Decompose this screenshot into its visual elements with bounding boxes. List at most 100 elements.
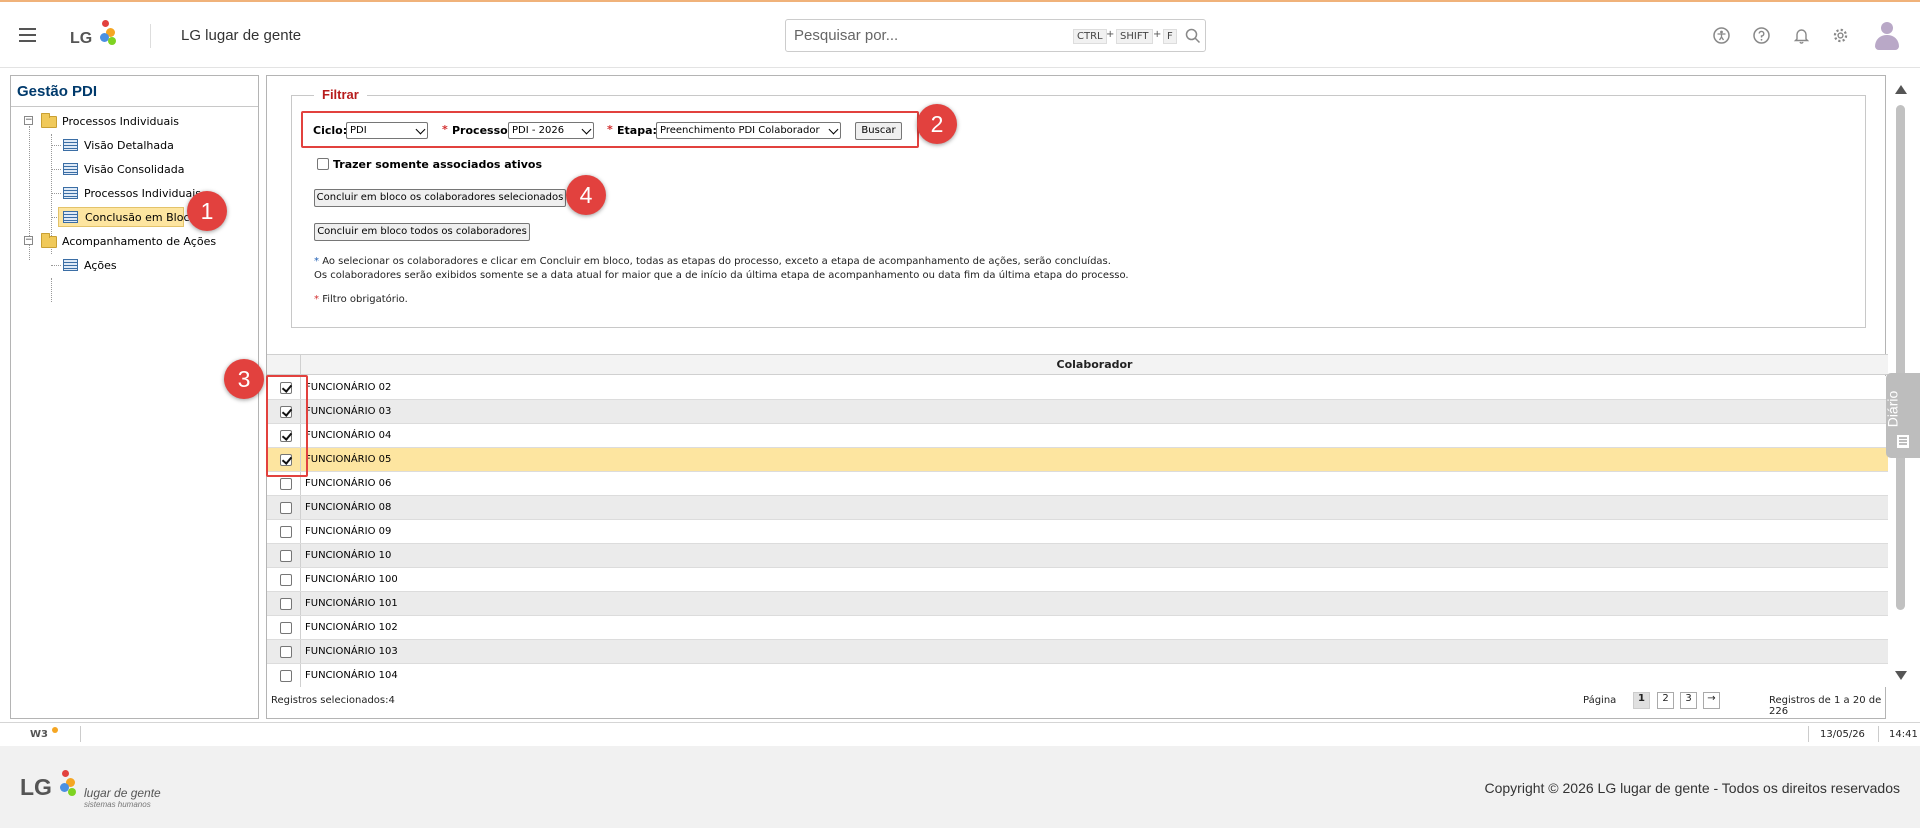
table-row[interactable]: FUNCIONÁRIO 06 (267, 472, 1888, 496)
menu-icon[interactable] (19, 28, 36, 42)
page-footer: LG lugar de gente sistemas humanos Copyr… (0, 746, 1920, 828)
scroll-up-icon[interactable] (1895, 85, 1907, 94)
header-divider (150, 24, 151, 48)
page-1-button[interactable]: 1 (1633, 692, 1650, 709)
annotation-box-3 (266, 375, 308, 477)
bell-icon[interactable] (1793, 27, 1810, 44)
tree-connector (51, 169, 61, 170)
colaborador-cell: FUNCIONÁRIO 100 (300, 568, 398, 591)
collapse-icon[interactable]: − (24, 236, 33, 245)
table-row[interactable]: FUNCIONÁRIO 101 (267, 592, 1888, 616)
accessibility-icon[interactable] (1713, 27, 1730, 44)
table-row[interactable]: FUNCIONÁRIO 104 (267, 664, 1888, 687)
row-checkbox[interactable] (280, 550, 292, 562)
row-checkbox[interactable] (280, 502, 292, 514)
folder-icon (41, 113, 57, 128)
annotation-badge-3: 3 (224, 359, 264, 399)
row-checkbox[interactable] (280, 574, 292, 586)
app-header: LG LG lugar de gente CTRL + SHIFT + F (0, 2, 1920, 68)
collapse-icon[interactable]: − (24, 116, 33, 125)
grid-header: Colaborador (267, 354, 1888, 375)
diario-label: Diário (1884, 390, 1901, 428)
colaborador-cell: FUNCIONÁRIO 06 (300, 472, 391, 495)
status-date: 13/05/26 (1820, 729, 1865, 740)
info-note-1-text: Ao selecionar os colaboradores e clicar … (322, 256, 1111, 267)
table-row[interactable]: FUNCIONÁRIO 04 (267, 424, 1888, 448)
concluir-selecionados-button[interactable]: Concluir em bloco os colaboradores selec… (314, 189, 566, 207)
grid-icon (63, 211, 78, 223)
folder-icon (41, 233, 57, 248)
table-row[interactable]: FUNCIONÁRIO 10 (267, 544, 1888, 568)
annotation-box-2 (301, 111, 919, 148)
scroll-down-icon[interactable] (1895, 671, 1907, 680)
required-mark: * (314, 294, 319, 305)
tree-item-visao-consolidada[interactable]: Visão Consolidada (84, 163, 184, 176)
selected-count: Registros selecionados:4 (271, 695, 395, 706)
colaborador-grid: Colaborador FUNCIONÁRIO 02 FUNCIONÁRIO 03… (267, 354, 1889, 687)
table-row[interactable]: FUNCIONÁRIO 08 (267, 496, 1888, 520)
table-row[interactable]: FUNCIONÁRIO 02 (267, 376, 1888, 400)
tree-group-acompanhamento-de-acoes[interactable]: Acompanhamento de Ações (62, 235, 216, 248)
tree-title: Gestão PDI (17, 83, 98, 100)
help-icon[interactable] (1753, 27, 1770, 44)
table-row[interactable]: FUNCIONÁRIO 103 (267, 640, 1888, 664)
next-page-button[interactable]: → (1703, 692, 1720, 709)
lg-logo[interactable]: LG (70, 16, 120, 56)
annotation-badge-4: 4 (566, 175, 606, 215)
tree-item-acoes[interactable]: Ações (84, 259, 117, 272)
footer-logo-dot (62, 770, 69, 777)
colaborador-cell: FUNCIONÁRIO 101 (300, 592, 398, 615)
column-header-colaborador: Colaborador (300, 355, 1888, 375)
info-note-3: * Filtro obrigatório. (314, 294, 408, 305)
page-3-button[interactable]: 3 (1680, 692, 1697, 709)
tree-connector (51, 278, 52, 302)
row-checkbox[interactable] (280, 646, 292, 658)
colaborador-cell: FUNCIONÁRIO 09 (300, 520, 391, 543)
gear-icon[interactable] (1832, 27, 1849, 44)
colaborador-cell: FUNCIONÁRIO 03 (300, 400, 391, 423)
tree-item-visao-detalhada[interactable]: Visão Detalhada (84, 139, 174, 152)
tree-group-processos-individuais[interactable]: Processos Individuais (62, 115, 179, 128)
table-row[interactable]: FUNCIONÁRIO 03 (267, 400, 1888, 424)
user-avatar[interactable] (1874, 22, 1900, 50)
table-row[interactable]: FUNCIONÁRIO 09 (267, 520, 1888, 544)
diario-side-tab[interactable]: Diário (1884, 373, 1920, 458)
row-checkbox[interactable] (280, 526, 292, 538)
table-row[interactable]: FUNCIONÁRIO 05 (267, 448, 1888, 472)
divider (1878, 726, 1879, 742)
search-box[interactable]: CTRL + SHIFT + F (785, 19, 1206, 52)
footer-logo: LG (20, 774, 52, 800)
filter-legend: Filtrar (314, 87, 367, 102)
tree-panel: Gestão PDI − Processos Individuais Visão… (10, 75, 259, 719)
search-input[interactable] (794, 27, 1044, 44)
divider (1808, 726, 1809, 742)
grid-footer: Registros selecionados:4 Página 1 2 3 → … (267, 689, 1888, 717)
w3-brand: W3 (30, 729, 48, 740)
status-time: 14:41 (1889, 729, 1918, 740)
tree-item-conclusao-em-bloco[interactable]: Conclusão em Bloco (85, 211, 196, 224)
tree-connector (51, 193, 61, 194)
tree-item-processos-individuais[interactable]: Processos Individuais (84, 187, 201, 200)
notebook-icon (1897, 435, 1909, 448)
info-note-1: * Ao selecionar os colaboradores e clica… (314, 256, 1111, 267)
row-checkbox[interactable] (280, 598, 292, 610)
shortcut-key-f: F (1163, 29, 1177, 44)
page-2-button[interactable]: 2 (1657, 692, 1674, 709)
divider (11, 106, 258, 107)
table-row[interactable]: FUNCIONÁRIO 102 (267, 616, 1888, 640)
row-checkbox[interactable] (280, 622, 292, 634)
shortcut-key-ctrl: CTRL (1073, 29, 1107, 44)
scroll-thumb[interactable] (1896, 105, 1905, 610)
concluir-todos-button[interactable]: Concluir em bloco todos os colaboradores (314, 223, 530, 241)
ativos-checkbox[interactable] (317, 158, 329, 170)
table-row[interactable]: FUNCIONÁRIO 100 (267, 568, 1888, 592)
annotation-badge-1: 1 (187, 191, 227, 231)
footer-subtagline: sistemas humanos (84, 800, 151, 809)
search-icon[interactable] (1185, 28, 1201, 44)
info-asterisk: * (314, 256, 319, 267)
colaborador-cell: FUNCIONÁRIO 103 (300, 640, 398, 663)
shortcut-key-shift: SHIFT (1116, 29, 1153, 44)
status-bar: W3 13/05/26 14:41 (0, 722, 1920, 746)
row-checkbox[interactable] (280, 478, 292, 490)
row-checkbox[interactable] (280, 670, 292, 682)
